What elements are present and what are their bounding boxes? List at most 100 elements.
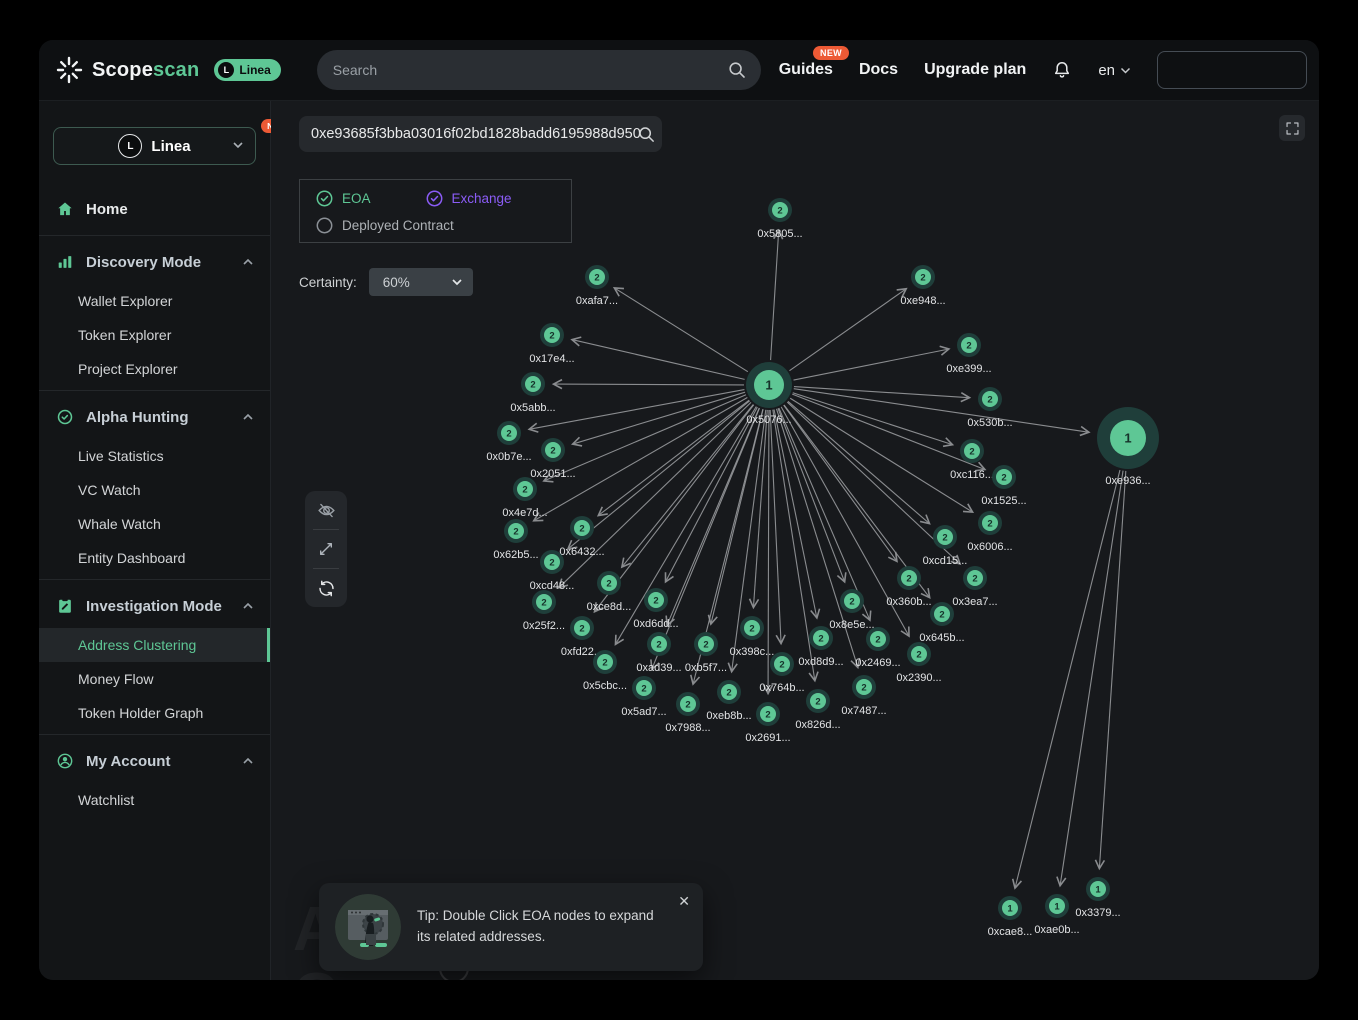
graph-node[interactable]: 20x5abb... bbox=[510, 372, 555, 414]
refresh-button[interactable] bbox=[305, 569, 347, 607]
language-selector[interactable]: en bbox=[1098, 62, 1131, 79]
svg-text:2: 2 bbox=[606, 578, 611, 589]
target-icon bbox=[55, 407, 75, 427]
graph-node[interactable]: 10x5076... bbox=[746, 362, 792, 426]
graph-edge bbox=[1015, 470, 1120, 888]
svg-text:2: 2 bbox=[777, 205, 782, 216]
clipboard-icon bbox=[55, 596, 75, 616]
graph-node[interactable]: 20xad39... bbox=[636, 632, 681, 674]
graph-node[interactable]: 20x530b... bbox=[967, 387, 1012, 429]
sidebar-item-vc-watch[interactable]: VC Watch bbox=[39, 473, 270, 507]
graph-node[interactable]: 20x360b... bbox=[886, 566, 931, 608]
graph-node[interactable]: 20xafa7... bbox=[576, 265, 618, 307]
sidebar-item-project-explorer[interactable]: Project Explorer bbox=[39, 352, 270, 386]
graph-node[interactable]: 20xfd22... bbox=[561, 616, 603, 658]
graph-node[interactable]: 20x7988... bbox=[665, 692, 710, 734]
graph-edge bbox=[1099, 471, 1125, 868]
node-address-label: 0x826d... bbox=[795, 719, 840, 731]
address-input[interactable] bbox=[299, 126, 663, 142]
graph-node[interactable]: 20x17e4... bbox=[529, 323, 574, 365]
sidebar-item-token-explorer[interactable]: Token Explorer bbox=[39, 318, 270, 352]
graph-node[interactable]: 20x4e7d... bbox=[502, 477, 547, 519]
node-address-label: 0x6006... bbox=[967, 541, 1012, 553]
graph-node[interactable]: 20x5ad7... bbox=[621, 676, 666, 718]
certainty-select[interactable]: 60% bbox=[369, 268, 473, 296]
node-address-label: 0x1525... bbox=[981, 495, 1026, 507]
search-icon[interactable] bbox=[637, 125, 656, 144]
node-address-label: 0x530b... bbox=[967, 417, 1012, 429]
sidebar-section-alpha-hunting[interactable]: Alpha Hunting bbox=[39, 395, 270, 439]
sidebar-item-token-holder-graph[interactable]: Token Holder Graph bbox=[39, 696, 270, 730]
nav-docs[interactable]: Docs bbox=[859, 61, 898, 79]
address-search-bar[interactable] bbox=[299, 116, 662, 152]
graph-node[interactable]: 20x2390... bbox=[896, 642, 941, 684]
graph-node[interactable]: 20x5805... bbox=[757, 198, 802, 240]
graph-node[interactable]: 10xe936... bbox=[1097, 407, 1159, 487]
sidebar-section-discovery-mode[interactable]: Discovery Mode bbox=[39, 240, 270, 284]
sidebar-section-my-account[interactable]: My Account bbox=[39, 739, 270, 783]
graph-node[interactable]: 20x0b7e... bbox=[486, 421, 531, 463]
sidebar-item-whale-watch[interactable]: Whale Watch bbox=[39, 507, 270, 541]
graph-node[interactable]: 20xd6dd... bbox=[633, 588, 678, 630]
graph-node[interactable]: 20xeb8b... bbox=[706, 680, 751, 722]
svg-text:2: 2 bbox=[641, 683, 646, 694]
node-address-label: 0x8e5e... bbox=[829, 619, 874, 631]
svg-text:2: 2 bbox=[594, 272, 599, 283]
node-address-label: 0xc116... bbox=[950, 469, 994, 481]
graph-node[interactable]: 20x25f2... bbox=[523, 590, 565, 632]
logo[interactable]: Scopescan L Linea bbox=[55, 56, 281, 84]
sidebar-item-address-clustering[interactable]: Address Clustering bbox=[39, 628, 270, 662]
graph-node[interactable]: 20xc116... bbox=[950, 439, 994, 481]
global-search-input[interactable] bbox=[331, 61, 727, 79]
graph-node[interactable]: 20xce8d... bbox=[587, 571, 632, 613]
svg-text:2: 2 bbox=[849, 596, 854, 607]
sidebar-section-investigation-mode[interactable]: Investigation Mode bbox=[39, 584, 270, 628]
graph-node[interactable]: 20x7487... bbox=[841, 675, 886, 717]
hide-labels-button[interactable] bbox=[305, 491, 347, 529]
linea-logo-icon: L bbox=[218, 62, 234, 78]
global-search[interactable] bbox=[317, 50, 761, 90]
graph-node[interactable]: 20x2691... bbox=[745, 702, 790, 744]
graph-node[interactable]: 10xae0b... bbox=[1034, 894, 1079, 936]
legend-exchange[interactable]: Exchange bbox=[426, 190, 512, 207]
sidebar-item-wallet-explorer[interactable]: Wallet Explorer bbox=[39, 284, 270, 318]
graph-node[interactable]: 20xcd15... bbox=[923, 525, 968, 567]
fullscreen-button[interactable] bbox=[1279, 115, 1305, 141]
graph-node[interactable]: 20x6006... bbox=[967, 511, 1012, 553]
graph-node[interactable]: 20x826d... bbox=[795, 689, 840, 731]
graph-node[interactable]: 10xcae8... bbox=[988, 896, 1033, 938]
graph-edge bbox=[666, 407, 758, 581]
node-address-label: 0x360b... bbox=[886, 596, 931, 608]
graph-node[interactable]: 20xe399... bbox=[946, 333, 991, 375]
graph-node[interactable]: 10x3379... bbox=[1075, 877, 1120, 919]
nav-guides[interactable]: Guides NEW bbox=[779, 61, 833, 79]
graph-edge bbox=[667, 408, 759, 625]
sidebar-item-watchlist[interactable]: Watchlist bbox=[39, 783, 270, 817]
close-icon[interactable]: ✕ bbox=[678, 893, 690, 910]
graph-node[interactable]: 20x2469... bbox=[855, 627, 900, 669]
svg-text:2: 2 bbox=[765, 709, 770, 720]
graph-node[interactable]: 20xd8d9... bbox=[798, 626, 843, 668]
graph-node[interactable]: 20xb5f7... bbox=[685, 632, 727, 674]
svg-text:2: 2 bbox=[549, 330, 554, 341]
graph-node[interactable]: 20x2051... bbox=[530, 438, 575, 480]
sidebar-item-money-flow[interactable]: Money Flow bbox=[39, 662, 270, 696]
legend-eoa[interactable]: EOA bbox=[316, 190, 371, 207]
graph-node[interactable]: 20xe948... bbox=[900, 265, 945, 307]
sidebar-item-live-statistics[interactable]: Live Statistics bbox=[39, 439, 270, 473]
bell-icon[interactable] bbox=[1052, 60, 1072, 80]
nav-upgrade-plan[interactable]: Upgrade plan bbox=[924, 61, 1026, 79]
graph-node[interactable]: 20x62b5... bbox=[493, 519, 538, 561]
graph-node[interactable]: 20x3ea7... bbox=[952, 566, 997, 608]
wallet-button[interactable] bbox=[1157, 51, 1307, 89]
graph-node[interactable]: 2 0x8e5e... bbox=[829, 589, 874, 631]
scopescan-burst-icon bbox=[55, 56, 83, 84]
graph-node[interactable]: 20x645b... bbox=[919, 602, 964, 644]
graph-node[interactable]: 20x6432... bbox=[559, 516, 604, 558]
legend-deployed-contract[interactable]: Deployed Contract bbox=[316, 217, 454, 234]
fit-view-button[interactable] bbox=[305, 530, 347, 568]
network-select[interactable]: L Linea NEW bbox=[53, 127, 256, 165]
svg-text:2: 2 bbox=[541, 597, 546, 608]
sidebar-item-entity-dashboard[interactable]: Entity Dashboard bbox=[39, 541, 270, 575]
sidebar-section-home[interactable]: Home bbox=[39, 187, 270, 231]
